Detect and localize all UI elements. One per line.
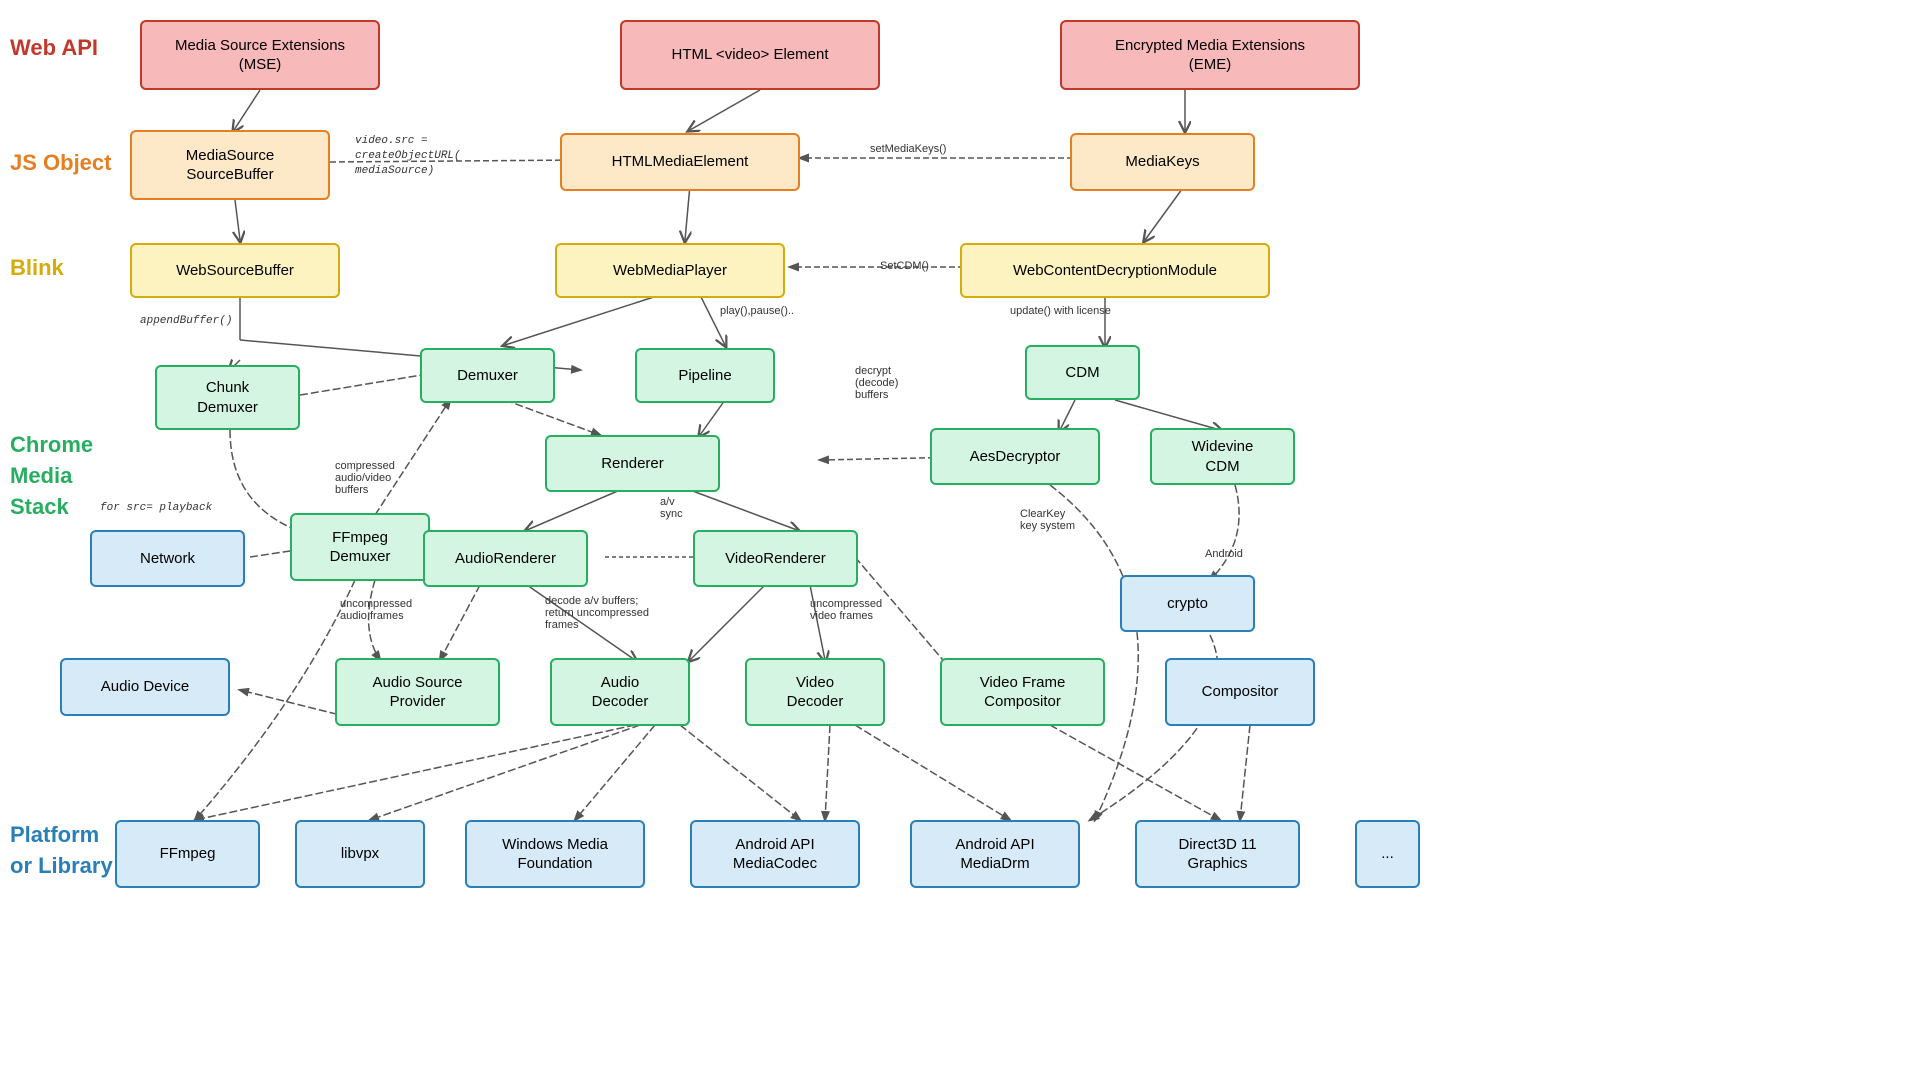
- box-mse: Media Source Extensions(MSE): [140, 20, 380, 90]
- ann-decode-av: decode a/v buffers;return uncompressedfr…: [545, 595, 649, 631]
- box-direct3d: Direct3D 11Graphics: [1135, 820, 1300, 888]
- box-crypto: crypto: [1120, 575, 1255, 632]
- box-widevine-cdm: WidevineCDM: [1150, 428, 1295, 485]
- ann-uncompressed-video: uncompressedvideo frames: [810, 598, 882, 622]
- ann-android: Android: [1205, 548, 1243, 560]
- box-pipeline: Pipeline: [635, 348, 775, 403]
- ann-clearkey: ClearKeykey system: [1020, 508, 1075, 532]
- box-mediasource-sourcebuffer: MediaSourceSourceBuffer: [130, 130, 330, 200]
- box-android-mediacodec: Android APIMediaCodec: [690, 820, 860, 888]
- label-chrome-media-stack: ChromeMediaStack: [10, 430, 93, 522]
- box-htmlmediaelement: HTMLMediaElement: [560, 133, 800, 191]
- box-chunk-demuxer: ChunkDemuxer: [155, 365, 300, 430]
- box-mediakeys: MediaKeys: [1070, 133, 1255, 191]
- box-video-frame-compositor: Video FrameCompositor: [940, 658, 1105, 726]
- box-cdm: CDM: [1025, 345, 1140, 400]
- box-network: Network: [90, 530, 245, 587]
- box-webmediaplayer: WebMediaPlayer: [555, 243, 785, 298]
- ann-av-sync: a/vsync: [660, 496, 683, 520]
- ann-media-source: mediaSource): [355, 165, 434, 177]
- ann-play-pause: play(),pause()..: [720, 305, 794, 317]
- box-aesdecryptor: AesDecryptor: [930, 428, 1100, 485]
- ann-uncompressed-audio: uncompressedaudio frames: [340, 598, 412, 622]
- box-android-mediadrm: Android APIMediaDrm: [910, 820, 1080, 888]
- box-video-renderer: VideoRenderer: [693, 530, 858, 587]
- box-ffmpeg: FFmpeg: [115, 820, 260, 888]
- box-dots: ...: [1355, 820, 1420, 888]
- ann-decrypt: decrypt(decode)buffers: [855, 365, 898, 401]
- ann-for-src: for src= playback: [100, 502, 212, 514]
- diagram-container: Web API JS Object Blink ChromeMediaStack…: [0, 0, 1920, 1078]
- label-platform: Platformor Library: [10, 820, 113, 882]
- label-blink: Blink: [10, 255, 64, 281]
- label-js-object: JS Object: [10, 150, 111, 176]
- ann-append-buffer: appendBuffer(): [140, 315, 232, 327]
- box-audio-source-provider: Audio SourceProvider: [335, 658, 500, 726]
- ann-set-cdm: SetCDM(): [880, 260, 929, 272]
- box-html-video: HTML <video> Element: [620, 20, 880, 90]
- box-websourcebuffer: WebSourceBuffer: [130, 243, 340, 298]
- ann-update-license: update() with license: [1010, 305, 1111, 317]
- box-ffmpeg-demuxer: FFmpegDemuxer: [290, 513, 430, 581]
- box-audio-renderer: AudioRenderer: [423, 530, 588, 587]
- box-webcontentdecryptionmodule: WebContentDecryptionModule: [960, 243, 1270, 298]
- ann-video-src: video.src =: [355, 135, 428, 147]
- box-video-decoder: VideoDecoder: [745, 658, 885, 726]
- ann-create-object: createObjectURL(: [355, 150, 461, 162]
- label-web-api: Web API: [10, 35, 98, 61]
- box-renderer: Renderer: [545, 435, 720, 492]
- box-demuxer: Demuxer: [420, 348, 555, 403]
- box-compositor: Compositor: [1165, 658, 1315, 726]
- box-audio-decoder: AudioDecoder: [550, 658, 690, 726]
- box-audio-device: Audio Device: [60, 658, 230, 716]
- ann-set-media-keys: setMediaKeys(): [870, 143, 946, 155]
- box-windows-media-foundation: Windows MediaFoundation: [465, 820, 645, 888]
- box-eme: Encrypted Media Extensions(EME): [1060, 20, 1360, 90]
- box-libvpx: libvpx: [295, 820, 425, 888]
- ann-compressed: compressedaudio/videobuffers: [335, 460, 395, 496]
